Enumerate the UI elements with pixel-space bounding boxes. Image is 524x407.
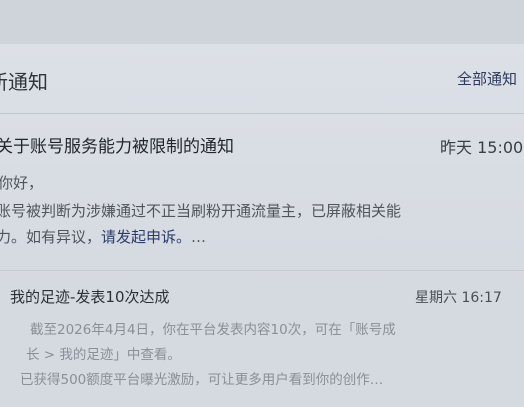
header-divider	[0, 113, 524, 114]
notification-screen: 新通知 全部通知 关于账号服务能力被限制的通知 昨天 15:00 你好， 账号被…	[0, 0, 524, 407]
notice-divider	[0, 270, 524, 271]
notice-title: 关于账号服务能力被限制的通知	[0, 137, 234, 157]
notice-body-line: 你好，	[0, 174, 44, 192]
mark-all-read-button[interactable]: 全部通知	[457, 68, 517, 89]
ellipsis: …	[191, 228, 207, 246]
notification-header: 新通知 全部通知	[0, 58, 524, 98]
notice-title: 我的足迹-发表10次达成	[10, 288, 170, 306]
notice-body-line: 力。如有异议，请发起申诉。…	[0, 226, 206, 247]
notice-time: 星期六 16:17	[415, 290, 502, 306]
page-title: 新通知	[0, 70, 48, 94]
notice-item-account-restriction[interactable]: 关于账号服务能力被限制的通知 昨天 15:00 你好， 账号被判断为涉嫌通过不正…	[0, 124, 524, 264]
top-bar	[0, 0, 524, 44]
notice-item-footprint[interactable]: 我的足迹-发表10次达成 星期六 16:17 截至2026年4月4日，你在平台发…	[0, 278, 524, 407]
notice-body-line: 截至2026年4月4日，你在平台发表内容10次，可在「账号成	[30, 322, 396, 338]
notice-body-line: 账号被判断为涉嫌通过不正当刷粉开通流量主，已屏蔽相关能	[0, 202, 402, 220]
appeal-link[interactable]: 请发起申诉。	[101, 228, 191, 246]
notice-body-line: 已获得500额度平台曝光激励，可让更多用户看到你的创作…	[20, 372, 384, 388]
notice-body-line: 长 > 我的足迹」中查看。	[26, 347, 181, 363]
notice-time: 昨天 15:00	[440, 138, 524, 157]
notice-body-text: 力。如有异议，	[0, 228, 102, 246]
